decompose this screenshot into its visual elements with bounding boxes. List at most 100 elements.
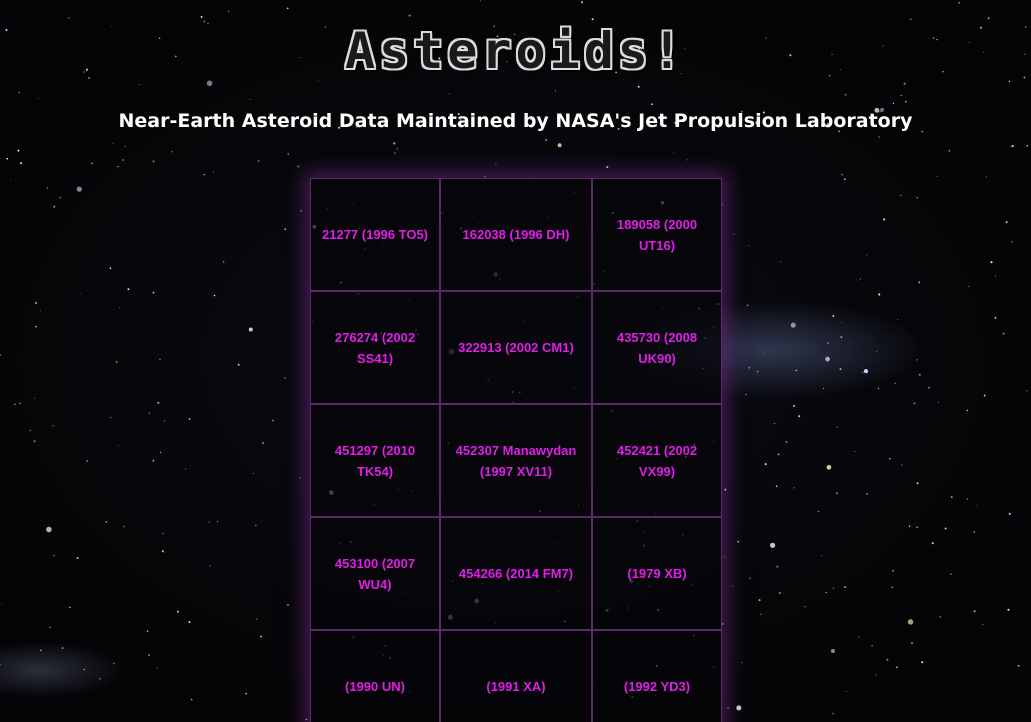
star [686,159,688,161]
star [146,630,149,632]
star [127,288,130,291]
star [928,387,930,389]
star [821,554,823,556]
star [161,550,164,553]
star [53,554,55,557]
star [1026,144,1028,147]
star [909,18,912,21]
star [203,174,205,176]
star [825,356,830,362]
star [894,382,897,385]
star [863,368,869,374]
star [901,464,903,466]
star [844,586,847,589]
star [217,520,219,523]
asteroid-card[interactable]: (1990 UN) [310,630,440,722]
star [76,186,82,192]
star [213,171,214,173]
star [19,402,21,404]
star [185,468,187,470]
asteroid-card[interactable]: 435730 (2008 UK90) [592,291,722,404]
star [394,152,396,154]
star [840,336,843,339]
star [188,418,191,420]
star [408,14,411,17]
star [936,175,938,177]
star [900,94,902,97]
star [982,623,984,626]
star [841,173,843,176]
star [826,464,832,470]
star [968,285,970,287]
asteroid-card[interactable]: (1991 XA) [440,630,592,722]
star [1,602,3,604]
star [951,496,953,498]
star [798,415,801,418]
star [284,377,286,379]
star [252,472,254,474]
asteroid-card[interactable]: 162038 (1996 DH) [440,178,592,291]
star [495,163,497,165]
star [804,606,806,608]
star [318,80,320,82]
star [46,187,49,189]
star [878,136,880,138]
star [0,354,2,356]
star [188,621,191,623]
star [748,366,751,369]
star [775,485,778,488]
asteroid-card[interactable]: 451297 (2010 TK54) [310,404,440,517]
star [393,142,396,145]
star [122,525,125,528]
star [777,453,780,456]
star [396,148,398,150]
star [157,401,160,404]
star [825,591,827,594]
star [124,145,126,148]
star [52,424,54,427]
asteroid-card[interactable]: 276274 (2002 SS41) [310,291,440,404]
asteroid-card[interactable]: 322913 (2002 CM1) [440,291,592,404]
star [49,626,51,629]
star [554,90,557,92]
star [91,162,93,165]
star [139,84,141,85]
star [966,498,969,500]
star [112,142,114,144]
star [904,100,907,103]
asteroid-card[interactable]: (1979 XB) [592,517,722,630]
asteroid-card[interactable]: 21277 (1996 TO5) [310,178,440,291]
star [255,524,257,527]
star [152,459,155,462]
star [213,294,216,297]
star [46,526,52,533]
star [209,565,211,567]
star [958,1,961,4]
star [845,691,847,693]
star [733,233,735,235]
asteroid-card[interactable]: (1992 YD3) [592,630,722,722]
star [53,205,56,208]
star [37,97,39,99]
star [727,707,729,710]
star [208,521,210,523]
asteroid-card[interactable]: 452307 Manawydan (1997 XV11) [440,404,592,517]
asteroid-card[interactable]: 189058 (2000 UT16) [592,178,722,291]
star [721,623,724,625]
asteroid-card[interactable]: 453100 (2007 WU4) [310,517,440,630]
star [0,664,1,666]
star [785,441,788,443]
star [40,310,41,312]
star [260,635,262,638]
star [86,459,89,463]
star [117,165,119,168]
star [245,692,248,695]
star [112,662,115,665]
asteroid-card[interactable]: 452421 (2002 VX99) [592,404,722,517]
star [877,387,880,389]
star [159,451,162,454]
star [606,166,609,169]
star [237,363,240,366]
asteroid-card[interactable]: 454266 (2014 FM7) [440,517,592,630]
star [858,636,860,638]
